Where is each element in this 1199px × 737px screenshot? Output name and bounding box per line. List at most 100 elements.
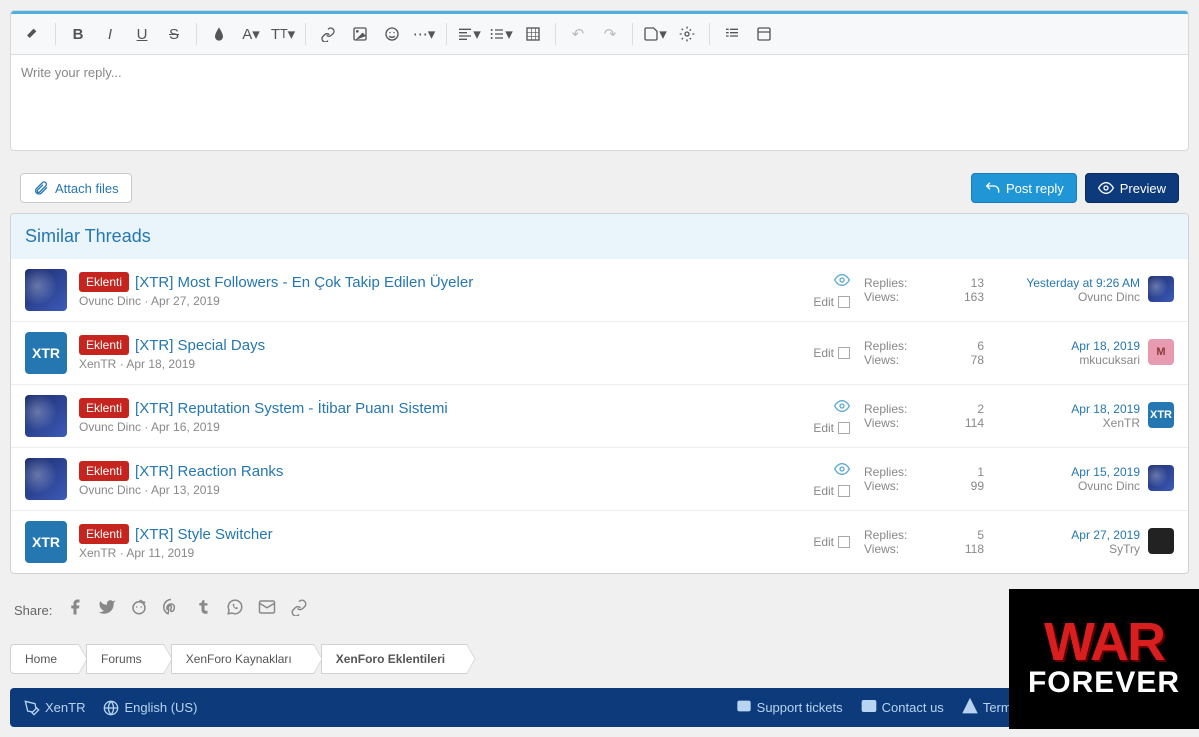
footer-language-link[interactable]: English (US): [103, 698, 197, 717]
thread-edit-link[interactable]: Edit: [813, 535, 850, 549]
thread-title-link[interactable]: [XTR] Style Switcher: [135, 526, 273, 543]
last-poster-avatar[interactable]: XTR: [1148, 402, 1174, 428]
thread-prefix-badge[interactable]: Eklenti: [79, 524, 129, 544]
thread-select-checkbox[interactable]: [838, 347, 850, 359]
thread-author-avatar[interactable]: XTR: [25, 521, 67, 563]
last-post-author[interactable]: SyTry: [984, 542, 1140, 556]
thread-title-link[interactable]: [XTR] Special Days: [135, 337, 265, 354]
breadcrumb-item[interactable]: XenForo Eklentileri: [321, 644, 460, 674]
thread-author-avatar[interactable]: [25, 269, 67, 311]
footer-brand-label: XenTR: [45, 700, 85, 715]
replies-label: Replies:: [864, 528, 907, 542]
thread-row: Eklenti [XTR] Most Followers - En Çok Ta…: [11, 259, 1188, 322]
watched-icon: [834, 398, 850, 417]
last-poster-avatar[interactable]: [1148, 465, 1174, 491]
footer-link[interactable]: Contact us: [861, 698, 944, 717]
undo-icon[interactable]: ↶: [564, 20, 592, 48]
list-icon[interactable]: ▾: [487, 20, 515, 48]
breadcrumb-item[interactable]: Forums: [86, 644, 157, 674]
last-post-date[interactable]: Apr 27, 2019: [984, 528, 1140, 542]
thread-author-avatar[interactable]: [25, 395, 67, 437]
last-poster-avatar[interactable]: M: [1148, 339, 1174, 365]
last-post-author[interactable]: Ovunc Dinc: [984, 290, 1140, 304]
last-post-date[interactable]: Yesterday at 9:26 AM: [984, 276, 1140, 290]
thread-select-checkbox[interactable]: [838, 296, 850, 308]
toggle-bb-icon[interactable]: [718, 20, 746, 48]
thread-author-link[interactable]: XenTR: [79, 357, 116, 371]
thread-prefix-badge[interactable]: Eklenti: [79, 272, 129, 292]
tumblr-icon[interactable]: [194, 598, 212, 622]
footer-brand-link[interactable]: XenTR: [24, 698, 85, 717]
font-size-icon[interactable]: TT▾: [269, 20, 297, 48]
last-post-author[interactable]: mkucuksari: [984, 353, 1140, 367]
thread-select-checkbox[interactable]: [838, 422, 850, 434]
whatsapp-icon[interactable]: [226, 598, 244, 622]
last-post-date[interactable]: Apr 18, 2019: [984, 402, 1140, 416]
table-icon[interactable]: [519, 20, 547, 48]
thread-author-link[interactable]: Ovunc Dinc: [79, 294, 141, 308]
thread-row: Eklenti [XTR] Reputation System - İtibar…: [11, 385, 1188, 448]
redo-icon[interactable]: ↷: [596, 20, 624, 48]
share-link-icon[interactable]: [290, 598, 308, 622]
thread-author-avatar[interactable]: [25, 458, 67, 500]
pinterest-icon[interactable]: [162, 598, 180, 622]
thread-prefix-badge[interactable]: Eklenti: [79, 461, 129, 481]
breadcrumb-item[interactable]: XenForo Kaynakları: [171, 644, 307, 674]
align-icon[interactable]: ▾: [455, 20, 483, 48]
settings-icon[interactable]: [673, 20, 701, 48]
last-poster-avatar[interactable]: [1148, 276, 1174, 302]
thread-title-link[interactable]: [XTR] Reputation System - İtibar Puanı S…: [135, 400, 448, 417]
italic-icon[interactable]: I: [96, 20, 124, 48]
war-banner[interactable]: WAR FOREVER: [1009, 589, 1199, 729]
image-icon[interactable]: [346, 20, 374, 48]
last-post-author[interactable]: Ovunc Dinc: [984, 479, 1140, 493]
views-count: 78: [971, 353, 984, 367]
facebook-icon[interactable]: [66, 598, 84, 622]
editor-textarea[interactable]: Write your reply...: [11, 55, 1188, 150]
strikethrough-icon[interactable]: S: [160, 20, 188, 48]
replies-label: Replies:: [864, 465, 907, 479]
thread-edit-link[interactable]: Edit: [813, 421, 850, 435]
font-family-icon[interactable]: A▾: [237, 20, 265, 48]
thread-select-checkbox[interactable]: [838, 536, 850, 548]
thread-edit-link[interactable]: Edit: [813, 484, 850, 498]
watched-icon: [834, 461, 850, 480]
post-reply-button[interactable]: Post reply: [971, 173, 1077, 203]
preview-button[interactable]: Preview: [1085, 173, 1179, 203]
attach-files-button[interactable]: Attach files: [20, 173, 132, 203]
thread-author-link[interactable]: Ovunc Dinc: [79, 483, 141, 497]
thread-author-link[interactable]: Ovunc Dinc: [79, 420, 141, 434]
footer-link-label: Support tickets: [757, 700, 843, 715]
more-icon[interactable]: ⋯▾: [410, 20, 438, 48]
thread-prefix-badge[interactable]: Eklenti: [79, 335, 129, 355]
email-icon[interactable]: [258, 598, 276, 622]
last-post-date[interactable]: Apr 15, 2019: [984, 465, 1140, 479]
breadcrumb-item[interactable]: Home: [10, 644, 72, 674]
preview-toggle-icon[interactable]: [750, 20, 778, 48]
footer-lang-label: English (US): [124, 700, 197, 715]
thread-title-link[interactable]: [XTR] Reaction Ranks: [135, 463, 283, 480]
thread-prefix-badge[interactable]: Eklenti: [79, 398, 129, 418]
thread-edit-link[interactable]: Edit: [813, 346, 850, 360]
smile-icon[interactable]: [378, 20, 406, 48]
thread-edit-link[interactable]: Edit: [813, 295, 850, 309]
thread-author-avatar[interactable]: XTR: [25, 332, 67, 374]
separator: [632, 23, 633, 45]
last-poster-avatar[interactable]: [1148, 528, 1174, 554]
reddit-icon[interactable]: [130, 598, 148, 622]
link-icon[interactable]: [314, 20, 342, 48]
twitter-icon[interactable]: [98, 598, 116, 622]
save-draft-icon[interactable]: ▾: [641, 20, 669, 48]
text-color-icon[interactable]: [205, 20, 233, 48]
footer-link[interactable]: Support tickets: [736, 698, 843, 717]
bold-icon[interactable]: B: [64, 20, 92, 48]
thread-select-checkbox[interactable]: [838, 485, 850, 497]
thread-row: Eklenti [XTR] Reaction Ranks Ovunc Dinc …: [11, 448, 1188, 511]
last-post-date[interactable]: Apr 18, 2019: [984, 339, 1140, 353]
thread-title-link[interactable]: [XTR] Most Followers - En Çok Takip Edil…: [135, 274, 473, 291]
paperclip-icon: [33, 180, 49, 196]
thread-author-link[interactable]: XenTR: [79, 546, 116, 560]
underline-icon[interactable]: U: [128, 20, 156, 48]
remove-format-icon[interactable]: [19, 20, 47, 48]
last-post-author[interactable]: XenTR: [984, 416, 1140, 430]
